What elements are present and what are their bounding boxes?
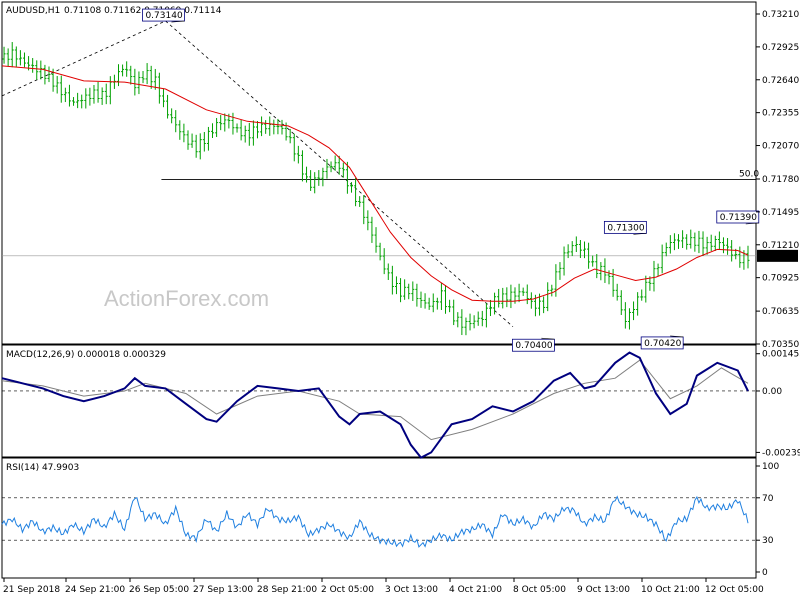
- x-label: 9 Oct 13:00: [577, 585, 630, 595]
- macd-y-label: 0.00: [762, 387, 782, 397]
- rsi-y-label: 0: [762, 568, 768, 578]
- rsi-layer: [1, 495, 756, 548]
- x-label: 12 Oct 05:00: [705, 585, 764, 595]
- price-y-label: 0.72925: [762, 43, 799, 53]
- x-label: 2 Oct 05:00: [321, 585, 374, 595]
- rsi-panel: [1, 457, 757, 579]
- x-label: 10 Oct 21:00: [641, 585, 700, 595]
- x-label: 3 Oct 13:00: [385, 585, 438, 595]
- price-y-label: 0.73210: [762, 10, 799, 20]
- annotation-label: 0.71390: [720, 213, 757, 223]
- fib-level-label: 50.0: [739, 170, 759, 180]
- rsi-y-label: 70: [762, 494, 774, 504]
- price-y-label: 0.70350: [762, 340, 799, 350]
- price-y-label: 0.71495: [762, 208, 799, 218]
- x-label: 28 Sep 21:00: [257, 585, 317, 595]
- price-y-label: 0.71210: [762, 241, 799, 251]
- x-label: 26 Sep 05:00: [129, 585, 189, 595]
- x-label: 4 Oct 21:00: [449, 585, 502, 595]
- macd-panel: [1, 344, 757, 458]
- macd-legend: MACD(12,26,9) 0.000018 0.000329: [6, 350, 166, 360]
- rsi-y-label: 30: [762, 536, 774, 546]
- price-header-symbol: AUDUSD,H1: [6, 6, 60, 16]
- annotation-label: 0.70420: [644, 339, 681, 349]
- annotation-label: 0.70400: [515, 341, 552, 351]
- macd-layer: [1, 351, 756, 459]
- x-label: 27 Sep 13:00: [193, 585, 253, 595]
- rsi-legend: RSI(14) 47.9903: [6, 463, 79, 473]
- chart: ActionForex.com AUDUSD,H1 0.71108 0.7116…: [1, 1, 800, 595]
- price-y-label: 0.72640: [762, 76, 799, 86]
- annotation-label: 0.71300: [607, 223, 644, 233]
- price-y-label: 0.70925: [762, 274, 799, 284]
- price-y-label: 0.70635: [762, 307, 799, 317]
- price-y-label: 0.71780: [762, 175, 799, 185]
- macd-y-label: 0.001455: [762, 350, 800, 360]
- x-label: 8 Oct 05:00: [513, 585, 566, 595]
- watermark: ActionForex.com: [104, 286, 269, 311]
- price-y-label: 0.72355: [762, 109, 799, 119]
- macd-line: [1, 351, 749, 459]
- macd-y-label: -0.002399: [762, 448, 800, 458]
- price-y-label: 0.72070: [762, 142, 799, 152]
- x-label: 24 Sep 21:00: [65, 585, 125, 595]
- macd-signal-line: [1, 359, 749, 441]
- sma-line: [1, 65, 749, 302]
- last-price-label: 0.71114: [760, 252, 797, 262]
- rsi-y-label: 100: [762, 462, 779, 472]
- x-label: 21 Sep 2018: [3, 585, 60, 595]
- annotation-label: 0.73140: [145, 11, 182, 21]
- rsi-line: [1, 495, 749, 548]
